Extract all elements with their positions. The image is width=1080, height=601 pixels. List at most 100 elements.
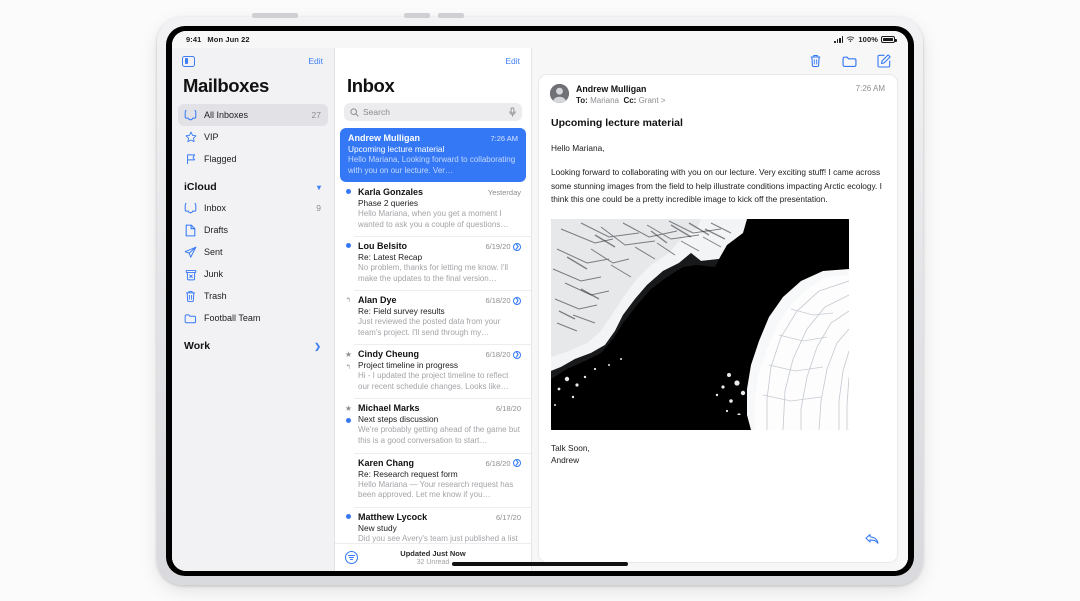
message-top-line: Lou Belsito 6/19/20 ❯ <box>358 241 521 251</box>
compose-icon[interactable] <box>877 54 891 68</box>
ipad-device-frame: 9:41 Mon Jun 22 100% Edit Mailboxes All … <box>157 13 923 585</box>
message-sender: Cindy Cheung <box>358 349 419 360</box>
sidebar-title: Mailboxes <box>183 75 269 96</box>
filter-icon[interactable] <box>345 551 358 564</box>
detail-toolbar <box>532 48 908 74</box>
message-date: 6/18/20 ❯ <box>485 350 521 360</box>
message-top-line: Karen Chang 6/18/20 ❯ <box>358 458 521 468</box>
message-status-gutter: ↰ <box>343 295 354 338</box>
message-top-line: Matthew Lycock 6/17/20 <box>358 512 521 522</box>
to-value: Mariana <box>590 96 619 105</box>
message-subject: Project timeline in progress <box>358 360 459 371</box>
message-list: Andrew Mulligan 7:26 AM Upcoming lecture… <box>335 128 531 543</box>
sidebar-toggle-icon[interactable] <box>182 55 195 67</box>
list-footer: Updated Just Now 32 Unread <box>335 543 531 571</box>
document-icon <box>184 224 197 237</box>
message-preview: No problem, thanks for letting me know. … <box>358 263 509 283</box>
message-paragraph: Looking forward to collaborating with yo… <box>551 167 882 205</box>
list-item[interactable]: ★ ↰ Cindy Cheung 6/18/20 ❯ Project timelin… <box>335 344 531 398</box>
message-preview: Just reviewed the posted data from your … <box>358 317 501 337</box>
sidebar-item-vip[interactable]: VIP <box>178 126 328 148</box>
message-content: Karen Chang 6/18/20 ❯ Re: Research reques… <box>358 458 521 501</box>
message-card: Andrew Mulligan To: Mariana Cc: Grant > <box>538 74 898 563</box>
message-detail-pane: Andrew Mulligan To: Mariana Cc: Grant > <box>532 48 908 571</box>
unread-dot-icon <box>346 418 351 424</box>
message-sender: Lou Belsito <box>358 241 407 252</box>
trash-icon[interactable] <box>809 54 822 68</box>
detail-disclosure-icon[interactable]: ❯ <box>513 296 521 305</box>
list-item[interactable]: Karen Chang 6/18/20 ❯ Re: Research reques… <box>335 452 531 507</box>
message-content: Cindy Cheung 6/18/20 ❯ Project timeline i… <box>358 349 521 392</box>
detail-disclosure-icon[interactable]: ❯ <box>513 459 521 468</box>
message-preview: Hi - I updated the project timeline to r… <box>358 371 509 391</box>
cc-label: Cc: <box>623 96 637 105</box>
detail-disclosure-icon[interactable]: ❯ <box>513 242 521 251</box>
volume-down-button[interactable] <box>438 13 464 18</box>
sidebar-item-football-team[interactable]: Football Team <box>178 307 328 329</box>
sidebar-item-drafts[interactable]: Drafts <box>178 219 328 241</box>
message-header[interactable]: Andrew Mulligan To: Mariana Cc: Grant > <box>539 75 897 113</box>
sidebar-item-label: All Inboxes <box>204 110 249 120</box>
sidebar-item-count: 9 <box>316 203 321 213</box>
sidebar-group-work[interactable]: Work ❯ <box>178 329 328 356</box>
signature-line: Talk Soon, <box>551 442 590 453</box>
message-attachment-image[interactable] <box>551 218 849 430</box>
list-item[interactable]: Matthew Lycock 6/17/20 New study Did you… <box>335 506 531 543</box>
junk-bin-icon <box>184 268 197 281</box>
sidebar-item-label: Inbox <box>204 203 227 213</box>
status-bar-right: 100% <box>834 35 897 44</box>
detail-disclosure-icon[interactable]: ❯ <box>513 350 521 359</box>
screenshot-root: 9:41 Mon Jun 22 100% Edit Mailboxes All … <box>0 0 1080 601</box>
message-sender: Alan Dye <box>358 295 397 306</box>
message-signature: Talk Soon, Andrew <box>551 442 883 467</box>
home-indicator[interactable] <box>452 562 628 566</box>
sidebar-group-icloud[interactable]: iCloud ▾ <box>178 170 328 197</box>
message-content: Karla Gonzales Yesterday Phase 2 queries… <box>358 187 521 230</box>
sidebar-item-label: Junk <box>204 269 224 279</box>
message-status-gutter <box>343 187 354 230</box>
vip-star-icon: ★ <box>344 350 353 360</box>
message-list-pane: Edit Inbox Search Andrew Mulligan 7:26 A… <box>335 48 532 571</box>
list-title: Inbox <box>347 75 395 96</box>
list-item[interactable]: Andrew Mulligan 7:26 AM Upcoming lecture… <box>340 128 526 183</box>
message-content: Andrew Mulligan 7:26 AM Upcoming lecture… <box>348 133 518 176</box>
arctic-ice-photo <box>551 218 849 430</box>
volume-up-button[interactable] <box>404 13 430 18</box>
message-subject: Re: Field survey results <box>358 306 445 317</box>
sidebar: Edit Mailboxes All Inboxes 27 VIP Flagge… <box>172 48 335 571</box>
list-item[interactable]: ↰ Alan Dye 6/18/20 ❯ Re: Field survey res… <box>335 290 531 344</box>
mail-app: Edit Mailboxes All Inboxes 27 VIP Flagge… <box>172 48 908 571</box>
cellular-signal-icon <box>834 36 844 43</box>
search-input[interactable]: Search <box>344 103 522 121</box>
list-item[interactable]: Karla Gonzales Yesterday Phase 2 queries… <box>335 182 531 236</box>
chevron-right-icon[interactable]: > <box>661 96 666 105</box>
reply-arrow-icon[interactable] <box>865 532 879 550</box>
sidebar-item-inbox[interactable]: Inbox 9 <box>178 197 328 219</box>
message-subject: Phase 2 queries <box>358 198 418 209</box>
microphone-icon[interactable] <box>509 107 516 117</box>
sidebar-item-junk[interactable]: Junk <box>178 263 328 285</box>
sidebar-item-label: Sent <box>204 247 223 257</box>
chevron-down-icon[interactable]: ▾ <box>317 183 321 192</box>
sidebar-item-flagged[interactable]: Flagged <box>178 148 328 170</box>
message-status-gutter <box>343 241 354 284</box>
list-edit-button[interactable]: Edit <box>505 56 520 66</box>
power-button[interactable] <box>252 13 298 18</box>
sidebar-item-label: Flagged <box>204 154 237 164</box>
device-bezel: 9:41 Mon Jun 22 100% Edit Mailboxes All … <box>166 26 914 576</box>
message-date: 6/19/20 ❯ <box>485 242 521 252</box>
sidebar-item-trash[interactable]: Trash <box>178 285 328 307</box>
sidebar-item-all-inboxes[interactable]: All Inboxes 27 <box>178 104 328 126</box>
sidebar-edit-button[interactable]: Edit <box>308 56 323 66</box>
list-toolbar: Edit <box>335 48 531 74</box>
folder-icon[interactable] <box>842 55 857 68</box>
message-preview: Hello Mariana, when you get a moment I w… <box>358 209 509 229</box>
sidebar-item-sent[interactable]: Sent <box>178 241 328 263</box>
list-item[interactable]: ★ Michael Marks 6/18/20 Next steps discu… <box>335 398 531 452</box>
list-item[interactable]: Lou Belsito 6/19/20 ❯ Re: Latest Recap No… <box>335 236 531 290</box>
folder-icon <box>184 312 197 325</box>
message-content: Michael Marks 6/18/20 Next steps discuss… <box>358 403 521 446</box>
chevron-right-icon[interactable]: ❯ <box>314 342 321 351</box>
star-icon <box>184 131 197 144</box>
replied-arrow-icon: ↰ <box>345 297 352 305</box>
